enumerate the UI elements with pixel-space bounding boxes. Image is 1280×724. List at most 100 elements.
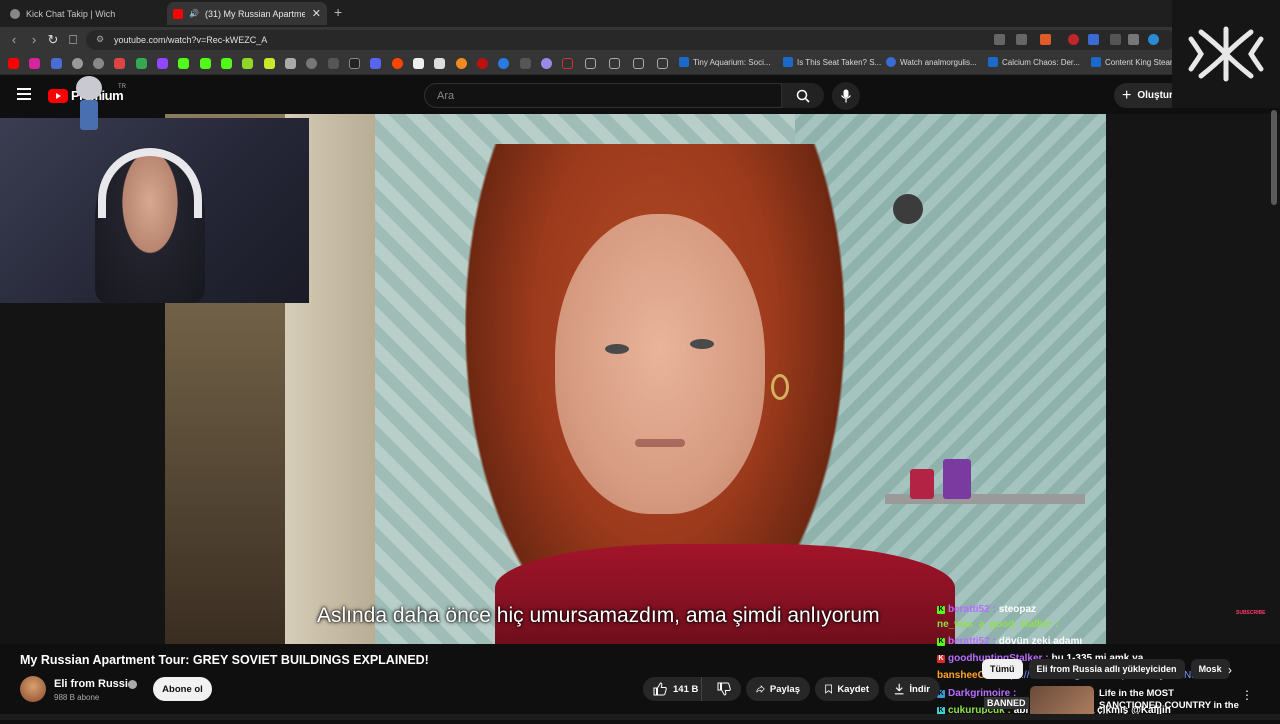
bookmark-icon[interactable] — [456, 58, 467, 69]
share-button[interactable]: Paylaş — [746, 677, 810, 701]
bookmark-icon[interactable] — [306, 58, 317, 69]
channel-name[interactable]: Eli from Russia — [54, 678, 134, 690]
bookmark-icon[interactable] — [264, 58, 275, 69]
bookmark-icon[interactable] — [498, 58, 509, 69]
bookmark-icon[interactable] — [328, 58, 339, 69]
bookmark-icon[interactable] — [434, 58, 445, 69]
folder-icon[interactable] — [609, 58, 620, 69]
bookmark-watch[interactable]: Watch analmorgulis... — [886, 57, 977, 67]
tab-title: (31) My Russian Apartment To — [204, 8, 305, 19]
bookmark-label: Content King Steam — [1105, 57, 1177, 67]
hamburger-menu-icon[interactable] — [17, 88, 31, 100]
steam-icon — [679, 57, 689, 67]
anchor-bookmark-icon[interactable] — [285, 58, 296, 69]
channel-avatar[interactable] — [20, 676, 46, 702]
kick-bookmark-icon[interactable] — [200, 58, 211, 69]
reddit-bookmark-icon[interactable] — [392, 58, 403, 69]
video-frame-person-jacket — [495, 544, 955, 644]
bookmark-icon[interactable] — [477, 58, 488, 69]
x-bookmark-icon[interactable] — [349, 58, 360, 69]
discord-bookmark-icon[interactable] — [370, 58, 381, 69]
brave-shield-icon[interactable] — [1040, 34, 1051, 45]
extension-icon[interactable] — [1110, 34, 1121, 45]
extension-icon[interactable] — [1128, 34, 1139, 45]
video-frame-mouth — [635, 439, 685, 447]
bookmark-icon[interactable] — [51, 58, 62, 69]
bookmark-icon[interactable] — [72, 58, 83, 69]
bookmark-icon[interactable] — [562, 58, 573, 69]
bookmark-icon[interactable] — [93, 58, 104, 69]
chip-from-uploader[interactable]: Eli from Russia adlı yükleyiciden — [1028, 659, 1185, 679]
search-icon — [796, 89, 810, 103]
drive-bookmark-icon[interactable] — [136, 58, 147, 69]
subscriber-count: 988 B abone — [54, 693, 100, 702]
gmail-bookmark-icon[interactable] — [114, 58, 125, 69]
thumbs-down-icon — [717, 682, 731, 696]
bookmark-seat-taken[interactable]: Is This Seat Taken? S... — [783, 57, 881, 67]
search-input[interactable]: Ara — [424, 83, 782, 108]
download-button[interactable]: İndir — [884, 677, 940, 701]
bookmark-icon — [886, 57, 896, 67]
ublock-icon[interactable] — [1068, 34, 1079, 45]
youtube-header: Premium TR Ara + Oluştur — [0, 76, 1280, 114]
bookmark-calcium-chaos[interactable]: Calcium Chaos: Der... — [988, 57, 1080, 67]
steam-icon — [783, 57, 793, 67]
twitch-bookmark-icon[interactable] — [157, 58, 168, 69]
new-tab-button[interactable]: + — [334, 4, 342, 20]
chat-text: steopaz — [998, 604, 1037, 615]
save-button[interactable]: Kaydet — [815, 677, 879, 701]
extension-icon[interactable] — [1088, 34, 1099, 45]
download-icon — [894, 683, 904, 695]
page-scrollbar[interactable] — [1271, 110, 1277, 205]
site-info-icon[interactable]: ⚙ — [96, 34, 104, 45]
video-frame-earring — [771, 374, 789, 400]
video-frame-vent — [893, 194, 923, 224]
voice-search-button[interactable] — [832, 82, 860, 110]
instagram-bookmark-icon[interactable] — [29, 58, 40, 69]
bookmark-icon[interactable] — [520, 58, 531, 69]
search-button[interactable] — [782, 83, 824, 108]
chip-all[interactable]: Tümü — [982, 659, 1023, 679]
chip-moscow[interactable]: Mosk — [1190, 659, 1230, 679]
bottom-strip — [0, 714, 1280, 720]
avatar-sprite — [76, 76, 104, 138]
more-options-icon[interactable]: ⋮ — [1241, 688, 1253, 702]
url-bar[interactable]: ⚙ youtube.com/watch?v=Rec-kWEZC_A — [86, 30, 1176, 50]
youtube-play-icon — [48, 88, 68, 103]
share-label: Paylaş — [769, 683, 800, 695]
video-frame-person-face — [555, 214, 765, 514]
close-tab-icon[interactable]: ✕ — [312, 7, 321, 20]
cast-icon[interactable] — [994, 34, 1005, 45]
browser-tab-youtube[interactable]: 🔊 (31) My Russian Apartment To ✕ — [167, 2, 327, 25]
kick-bookmark-icon[interactable] — [178, 58, 189, 69]
related-filter-chips: Tümü Eli from Russia adlı yükleyiciden M… — [982, 659, 1230, 679]
share-page-icon[interactable] — [1016, 34, 1027, 45]
reload-icon[interactable]: ↻ — [45, 32, 61, 48]
chevron-right-icon[interactable]: › — [1228, 663, 1232, 677]
bookmark-icon[interactable] — [413, 58, 424, 69]
bookmark-tiny-aquarium[interactable]: Tiny Aquarium: Soci... — [679, 57, 771, 67]
bookmark-icon[interactable] — [541, 58, 552, 69]
country-code: TR — [118, 84, 126, 90]
like-button[interactable]: 141 B — [643, 677, 703, 701]
streamer-webcam — [0, 118, 309, 303]
stream-background-left — [0, 303, 165, 644]
back-icon[interactable]: ‹ — [6, 32, 22, 47]
dislike-button[interactable] — [707, 677, 741, 701]
bookmark-label: Watch analmorgulis... — [900, 57, 977, 67]
address-bar-row: ‹ › ↻ ⎕ ⚙ youtube.com/watch?v=Rec-kWEZC_… — [0, 27, 1280, 53]
forward-icon[interactable]: › — [26, 32, 42, 47]
folder-icon[interactable] — [657, 58, 668, 69]
bookmark-content-king[interactable]: Content King Steam — [1091, 57, 1177, 67]
browser-tab-kick-chat[interactable]: Kick Chat Takip | Wich — [4, 2, 164, 25]
bookmark-icon[interactable]: ⎕ — [65, 32, 81, 48]
bookmark-icon[interactable] — [242, 58, 253, 69]
youtube-bookmark-icon[interactable] — [8, 58, 19, 69]
video-frame-eye — [690, 339, 714, 349]
folder-icon[interactable] — [585, 58, 596, 69]
subscribe-button[interactable]: Abone ol — [153, 677, 212, 701]
kick-bookmark-icon[interactable] — [221, 58, 232, 69]
extension-icon[interactable] — [1148, 34, 1159, 45]
chat-username: beratti52 : — [948, 604, 996, 615]
folder-icon[interactable] — [633, 58, 644, 69]
